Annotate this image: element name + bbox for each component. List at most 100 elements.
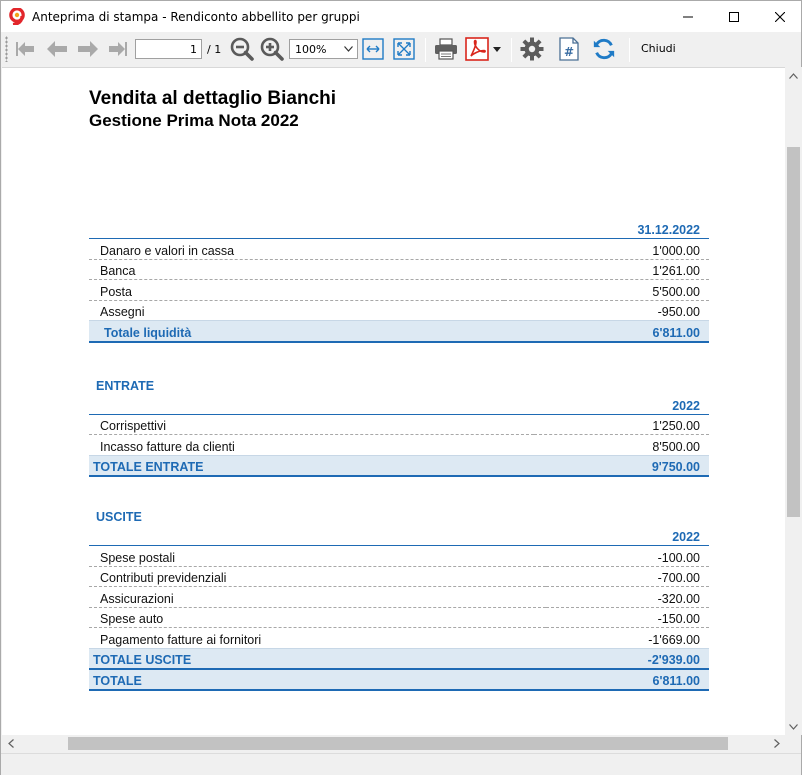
settings-button[interactable] — [520, 37, 544, 61]
window-title: Anteprima di stampa - Rendiconto abbelli… — [32, 10, 360, 24]
arrow-left-icon — [47, 41, 67, 57]
row-description: Posta — [89, 279, 505, 301]
close-window-button[interactable] — [757, 1, 802, 32]
next-page-button[interactable] — [76, 37, 100, 61]
row-description: Corrispettivi — [89, 414, 535, 436]
total-value: 6'811.00 — [504, 320, 709, 343]
scroll-left-button[interactable] — [2, 735, 19, 752]
expenses-section-title: USCITE — [96, 509, 142, 524]
export-pdf-button[interactable] — [465, 37, 489, 61]
row-value: -1'669.00 — [546, 627, 709, 649]
app-logo-icon — [9, 7, 25, 27]
close-preview-button[interactable]: Chiudi — [641, 42, 676, 55]
row-description: Banca — [89, 259, 505, 281]
table-row: Banca 1'261.00 — [89, 259, 709, 281]
zoom-out-icon — [230, 37, 254, 61]
scroll-down-button[interactable] — [785, 718, 802, 735]
page-total-label: / 1 — [207, 43, 222, 56]
liquidity-table: 31.12.2022 Danaro e valori in cassa 1'00… — [89, 218, 709, 343]
chevron-left-icon — [7, 739, 14, 748]
row-value: -100.00 — [546, 545, 709, 567]
last-page-button[interactable] — [105, 37, 129, 61]
fit-width-button[interactable] — [361, 37, 385, 61]
row-description: Assicurazioni — [89, 586, 547, 608]
report-subtitle: Gestione Prima Nota 2022 — [89, 111, 299, 130]
preview-page-area[interactable]: Vendita al dettaglio Bianchi Gestione Pr… — [2, 67, 785, 735]
table-row: Spese postali -100.00 — [89, 545, 709, 567]
row-description: Assegni — [89, 300, 505, 322]
grand-total-label: TOTALE — [89, 668, 547, 691]
row-value: -700.00 — [546, 566, 709, 588]
report-company-title: Vendita al dettaglio Bianchi — [89, 88, 337, 109]
total-label: TOTALE ENTRATE — [89, 454, 535, 477]
row-value: -150.00 — [546, 607, 709, 629]
first-page-button[interactable] — [14, 37, 38, 61]
export-dropdown-button[interactable] — [490, 37, 504, 61]
print-preview-window: Anteprima di stampa - Rendiconto abbelli… — [0, 0, 802, 775]
arrow-right-icon — [78, 41, 98, 57]
zoom-select[interactable]: 100% — [289, 39, 358, 59]
table-row: Assegni -950.00 — [89, 300, 709, 322]
refresh-button[interactable] — [592, 37, 616, 61]
row-description: Spese auto — [89, 607, 547, 629]
maximize-icon — [729, 11, 739, 22]
zoom-out-button[interactable] — [230, 37, 254, 61]
table-row: Posta 5'500.00 — [89, 279, 709, 301]
grand-total-value: 6'811.00 — [546, 668, 709, 691]
table-row: Pagamento fatture ai fornitori -1'669.00 — [89, 627, 709, 649]
previous-page-button[interactable] — [45, 37, 69, 61]
table-row: Assicurazioni -320.00 — [89, 586, 709, 608]
chevron-down-icon — [344, 46, 353, 52]
toolbar-grip[interactable] — [5, 36, 8, 62]
row-value: 1'000.00 — [504, 238, 709, 260]
last-page-icon — [109, 42, 127, 56]
fit-page-icon — [393, 38, 415, 60]
scroll-right-button[interactable] — [768, 735, 785, 752]
chevron-right-icon — [773, 739, 780, 748]
vertical-scrollbar[interactable] — [785, 67, 802, 735]
table-row: Danaro e valori in cassa 1'000.00 — [89, 238, 709, 260]
horizontal-scrollbar[interactable] — [2, 735, 785, 752]
page-number-button[interactable]: # — [557, 37, 581, 61]
pdf-icon — [465, 37, 489, 61]
caret-down-icon — [493, 46, 501, 52]
table-header-row: 2022 — [89, 393, 709, 415]
horizontal-scroll-thumb[interactable] — [68, 737, 728, 750]
gear-icon — [520, 37, 544, 61]
total-label: TOTALE USCITE — [89, 648, 547, 671]
print-button[interactable] — [434, 37, 458, 61]
row-description: Spese postali — [89, 545, 547, 567]
total-value: 9'750.00 — [534, 454, 709, 477]
grand-total-row: TOTALE 6'811.00 — [89, 668, 709, 691]
vertical-scroll-thumb[interactable] — [787, 147, 800, 517]
zoom-in-button[interactable] — [260, 37, 284, 61]
title-bar: Anteprima di stampa - Rendiconto abbelli… — [1, 1, 801, 32]
fit-page-button[interactable] — [392, 37, 416, 61]
total-value: -2'939.00 — [546, 648, 709, 671]
row-value: -950.00 — [504, 300, 709, 322]
table-header-row: 2022 — [89, 524, 709, 547]
report-page: Vendita al dettaglio Bianchi Gestione Pr… — [89, 88, 709, 691]
svg-text:#: # — [564, 45, 574, 59]
table-header-row: 31.12.2022 — [89, 218, 709, 240]
toolbar-separator — [511, 38, 512, 62]
document-hash-icon: # — [559, 37, 579, 61]
maximize-button[interactable] — [711, 1, 757, 32]
scroll-up-button[interactable] — [785, 67, 802, 84]
chevron-up-icon — [789, 72, 798, 79]
status-bar — [1, 753, 801, 775]
row-description: Pagamento fatture ai fornitori — [89, 627, 547, 649]
table-row: Spese auto -150.00 — [89, 607, 709, 629]
close-icon — [775, 11, 785, 22]
row-value: -320.00 — [546, 586, 709, 608]
page-number-input[interactable]: 1 — [135, 39, 202, 59]
column-header-year: 2022 — [534, 393, 709, 415]
column-header-year: 2022 — [546, 524, 709, 547]
expenses-total-row: TOTALE USCITE -2'939.00 — [89, 648, 709, 671]
minimize-icon — [683, 16, 693, 17]
toolbar-separator — [425, 38, 426, 62]
liquidity-total-row: Totale liquidità 6'811.00 — [89, 320, 709, 343]
minimize-button[interactable] — [665, 1, 711, 32]
table-row: Incasso fatture da clienti 8'500.00 — [89, 434, 709, 456]
toolbar: 1 / 1 100% # Chiudi — [1, 32, 801, 66]
